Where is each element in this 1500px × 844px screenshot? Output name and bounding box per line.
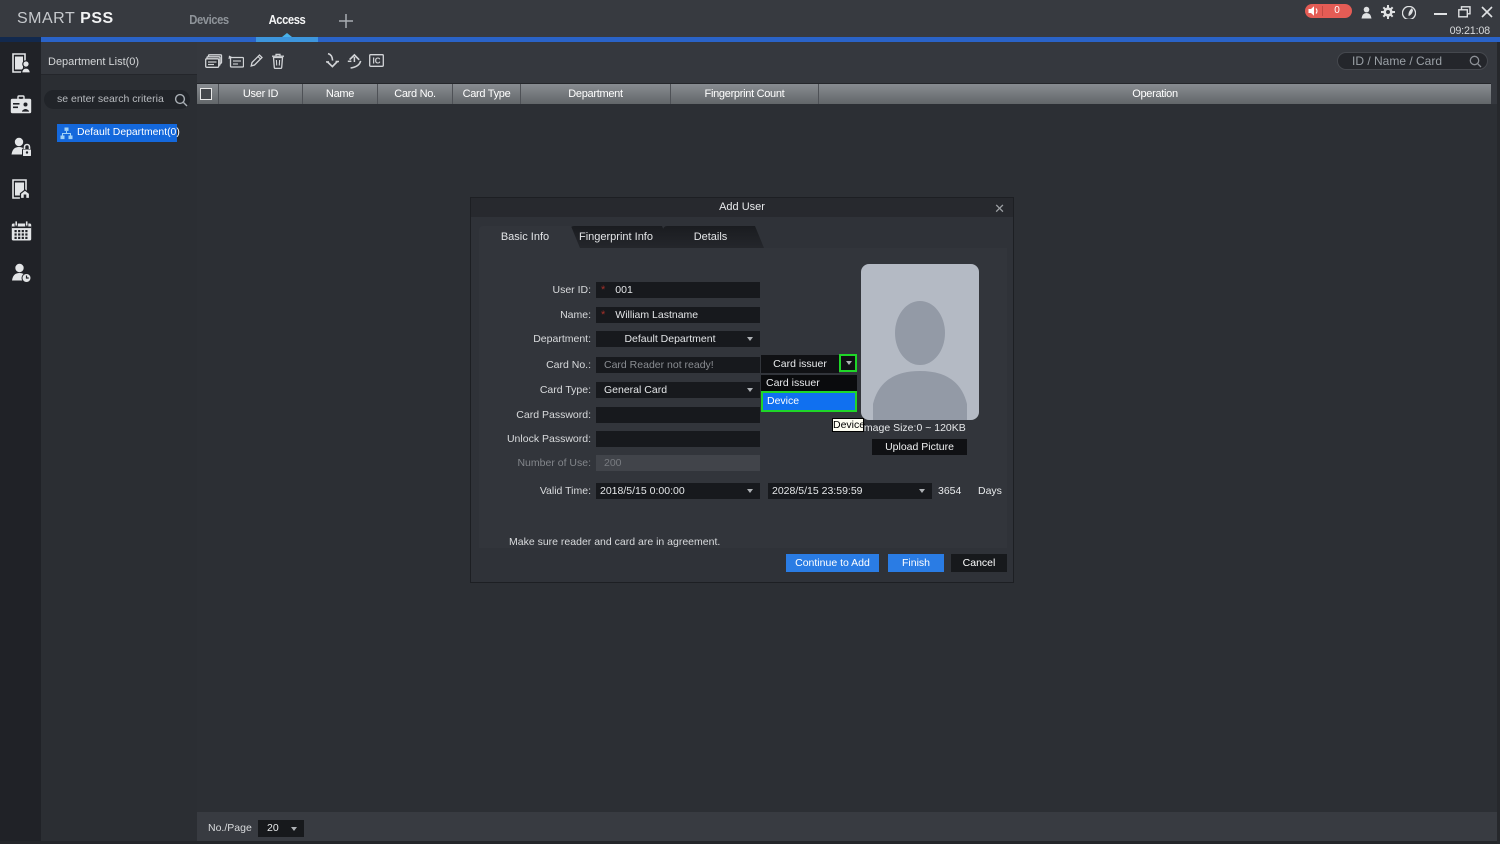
svg-text:IC: IC [373,57,381,66]
